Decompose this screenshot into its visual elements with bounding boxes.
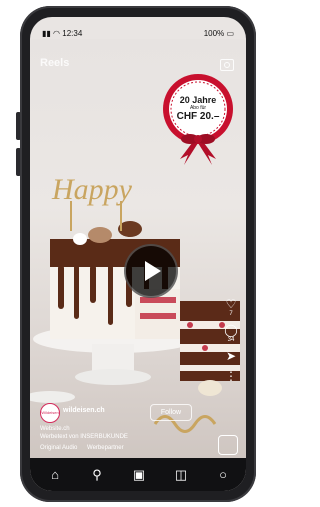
audio-thumbnail[interactable] — [218, 435, 238, 455]
comments-count: 34 — [227, 337, 235, 343]
home-icon[interactable]: ⌂ — [46, 466, 64, 484]
promo-badge[interactable]: 20 Jahre Abo für CHF 20.– — [158, 69, 238, 169]
caption-ad-text: Werbetext von INSERBUKUNDE — [40, 434, 128, 440]
play-button[interactable] — [124, 244, 178, 298]
badge-text: 20 Jahre Abo für CHF 20.– — [158, 95, 238, 122]
caption-website[interactable]: Website.ch — [40, 426, 70, 432]
badge-line-1: 20 Jahre — [179, 95, 217, 105]
search-icon[interactable]: ⚲ — [88, 466, 106, 484]
reel-screen: ▮▮ ◠ 12:34 100% ▭ Happy Reels 20 Jahre A… — [30, 17, 246, 491]
reel-actions: ♡ 7 ◯ 34 ➤ ⋮ — [222, 297, 240, 389]
reels-header-title: Reels — [40, 57, 70, 69]
follow-button[interactable]: Follow — [150, 404, 192, 421]
comment-icon: ◯ — [224, 323, 238, 337]
more-action[interactable]: ⋮ — [222, 369, 240, 383]
shop-icon[interactable]: ◫ — [172, 466, 190, 484]
reels-icon[interactable]: ▣ — [130, 466, 148, 484]
bottom-nav: ⌂ ⚲ ▣ ◫ ○ — [30, 458, 246, 491]
like-action[interactable]: ♡ 7 — [222, 297, 240, 317]
partner-label[interactable]: Werbepartner — [87, 445, 124, 451]
badge-line-3: CHF 20.– — [176, 111, 220, 122]
audio-label[interactable]: Original Audio — [40, 445, 77, 451]
more-icon: ⋮ — [225, 369, 237, 383]
send-icon: ➤ — [225, 349, 237, 363]
heart-icon: ♡ — [225, 297, 237, 311]
battery-level: 100% — [203, 29, 225, 38]
battery-icon: ▭ — [226, 29, 234, 38]
likes-count: 7 — [229, 311, 233, 317]
status-time: 12:34 — [62, 29, 83, 38]
audio-row: Original Audio Werbepartner — [40, 445, 132, 451]
wifi-icon: ◠ — [53, 29, 61, 38]
avatar[interactable]: Wildeisen — [40, 403, 60, 423]
comment-action[interactable]: ◯ 34 — [222, 323, 240, 343]
post-author-row: Wildeisen wildeisen.ch Follow — [40, 403, 210, 423]
username[interactable]: wildeisen.ch — [63, 407, 105, 414]
profile-icon[interactable]: ○ — [214, 466, 232, 484]
share-action[interactable]: ➤ — [222, 349, 240, 363]
signal-icon: ▮▮ — [42, 29, 51, 38]
